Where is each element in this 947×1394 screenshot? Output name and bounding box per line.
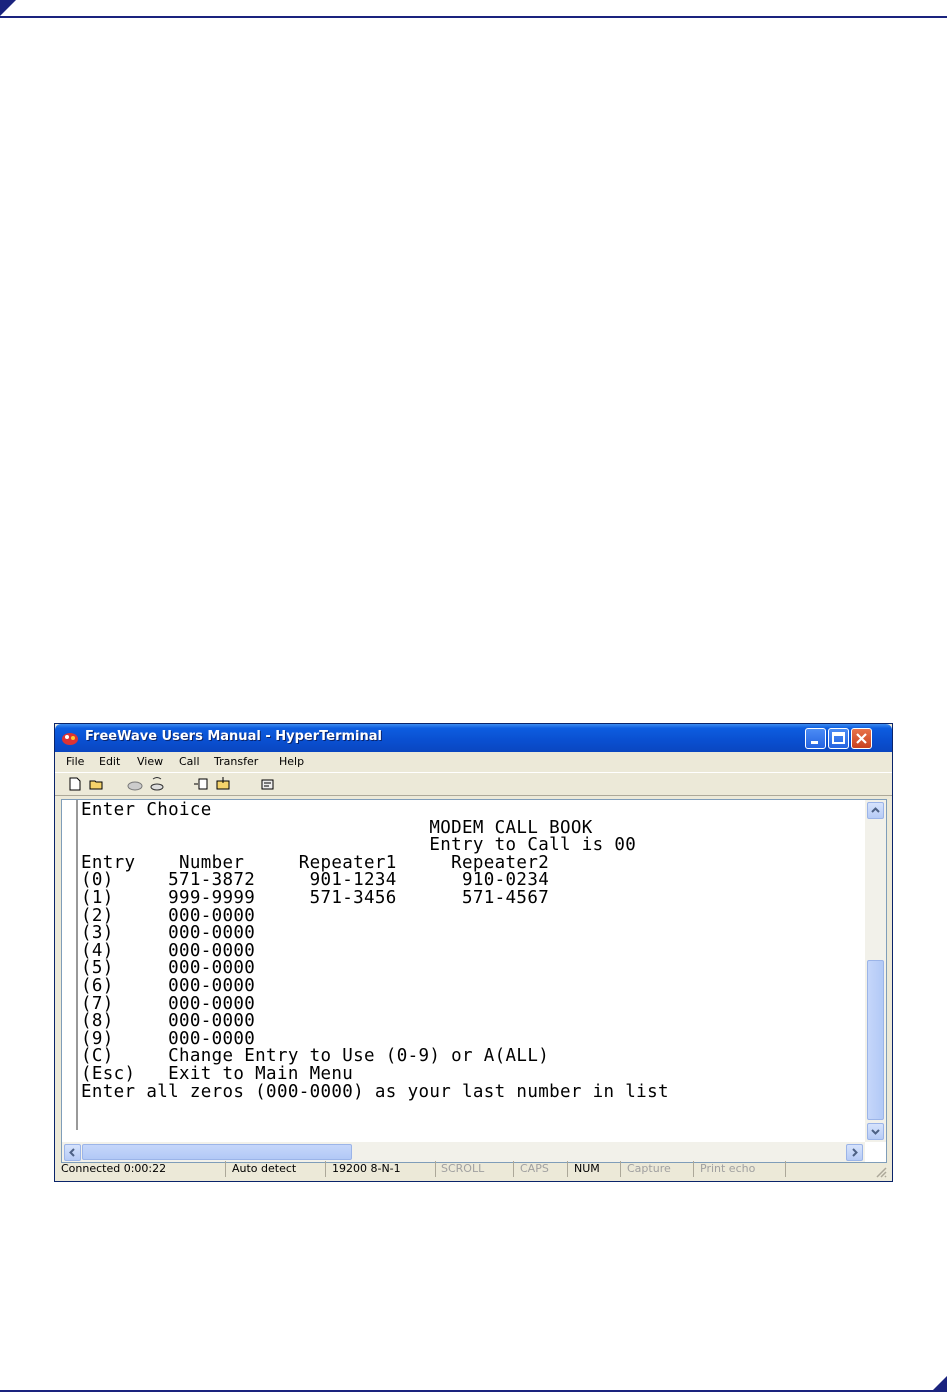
menu-call[interactable]: Call — [179, 755, 200, 768]
properties-icon[interactable] — [260, 777, 276, 791]
hyperterminal-app-icon — [62, 733, 78, 745]
minimize-icon — [811, 741, 818, 744]
status-divider — [693, 1161, 694, 1177]
resize-grip-icon[interactable] — [875, 1166, 887, 1178]
status-divider — [225, 1161, 226, 1177]
send-icon[interactable] — [193, 777, 209, 791]
maximize-button[interactable] — [828, 728, 849, 749]
new-icon[interactable] — [67, 777, 83, 791]
status-detect: Auto detect — [232, 1162, 297, 1175]
scroll-down-button[interactable] — [867, 1123, 884, 1140]
dial-icon[interactable] — [149, 777, 165, 791]
menu-view[interactable]: View — [137, 755, 163, 768]
page-corner-bottom — [933, 1376, 947, 1390]
chevron-down-icon — [871, 1129, 880, 1135]
terminal-screen[interactable]: Enter Choice MODEM CALL BOOK Entry to Ca… — [61, 799, 887, 1163]
maximize-icon — [832, 732, 845, 744]
minimize-button[interactable] — [805, 728, 826, 749]
status-num: NUM — [574, 1162, 600, 1175]
status-print-echo: Print echo — [700, 1162, 756, 1175]
open-icon[interactable] — [89, 777, 105, 791]
window-title: FreeWave Users Manual - HyperTerminal — [85, 729, 382, 744]
menu-help[interactable]: Help — [279, 755, 304, 768]
page-rule-top — [0, 16, 947, 18]
close-button[interactable] — [851, 728, 872, 749]
chevron-up-icon — [871, 807, 880, 813]
status-divider — [325, 1161, 326, 1177]
status-divider — [513, 1161, 514, 1177]
status-scroll: SCROLL — [441, 1162, 485, 1175]
menu-transfer[interactable]: Transfer — [214, 755, 258, 768]
hyperterminal-window: FreeWave Users Manual - HyperTerminal Fi… — [54, 723, 893, 1182]
status-connected: Connected 0:00:22 — [61, 1162, 167, 1175]
vertical-scrollbar[interactable] — [865, 800, 886, 1142]
toolbar — [55, 772, 892, 796]
menu-bar: File Edit View Call Transfer Help — [55, 752, 892, 772]
terminal-left-margin — [76, 800, 78, 1130]
status-caps: CAPS — [520, 1162, 549, 1175]
receive-icon[interactable] — [215, 777, 231, 791]
page-corner-top — [0, 0, 16, 16]
title-bar[interactable]: FreeWave Users Manual - HyperTerminal — [55, 724, 892, 752]
scroll-up-button[interactable] — [867, 802, 884, 819]
status-divider — [567, 1161, 568, 1177]
status-settings: 19200 8-N-1 — [332, 1162, 401, 1175]
disconnect-icon[interactable] — [127, 777, 143, 791]
page-rule-bottom — [0, 1390, 947, 1392]
status-capture: Capture — [627, 1162, 671, 1175]
terminal-text: Enter Choice MODEM CALL BOOK Entry to Ca… — [81, 801, 669, 1102]
status-bar: Connected 0:00:22 Auto detect 19200 8-N-… — [55, 1158, 892, 1180]
terminal-line: Enter all zeros (000-0000) as your last … — [81, 1081, 669, 1102]
menu-file[interactable]: File — [66, 755, 84, 768]
status-divider — [620, 1161, 621, 1177]
menu-edit[interactable]: Edit — [99, 755, 120, 768]
status-divider — [435, 1161, 436, 1177]
status-divider — [785, 1161, 786, 1177]
vertical-scroll-thumb[interactable] — [867, 960, 884, 1120]
close-icon — [856, 733, 867, 744]
